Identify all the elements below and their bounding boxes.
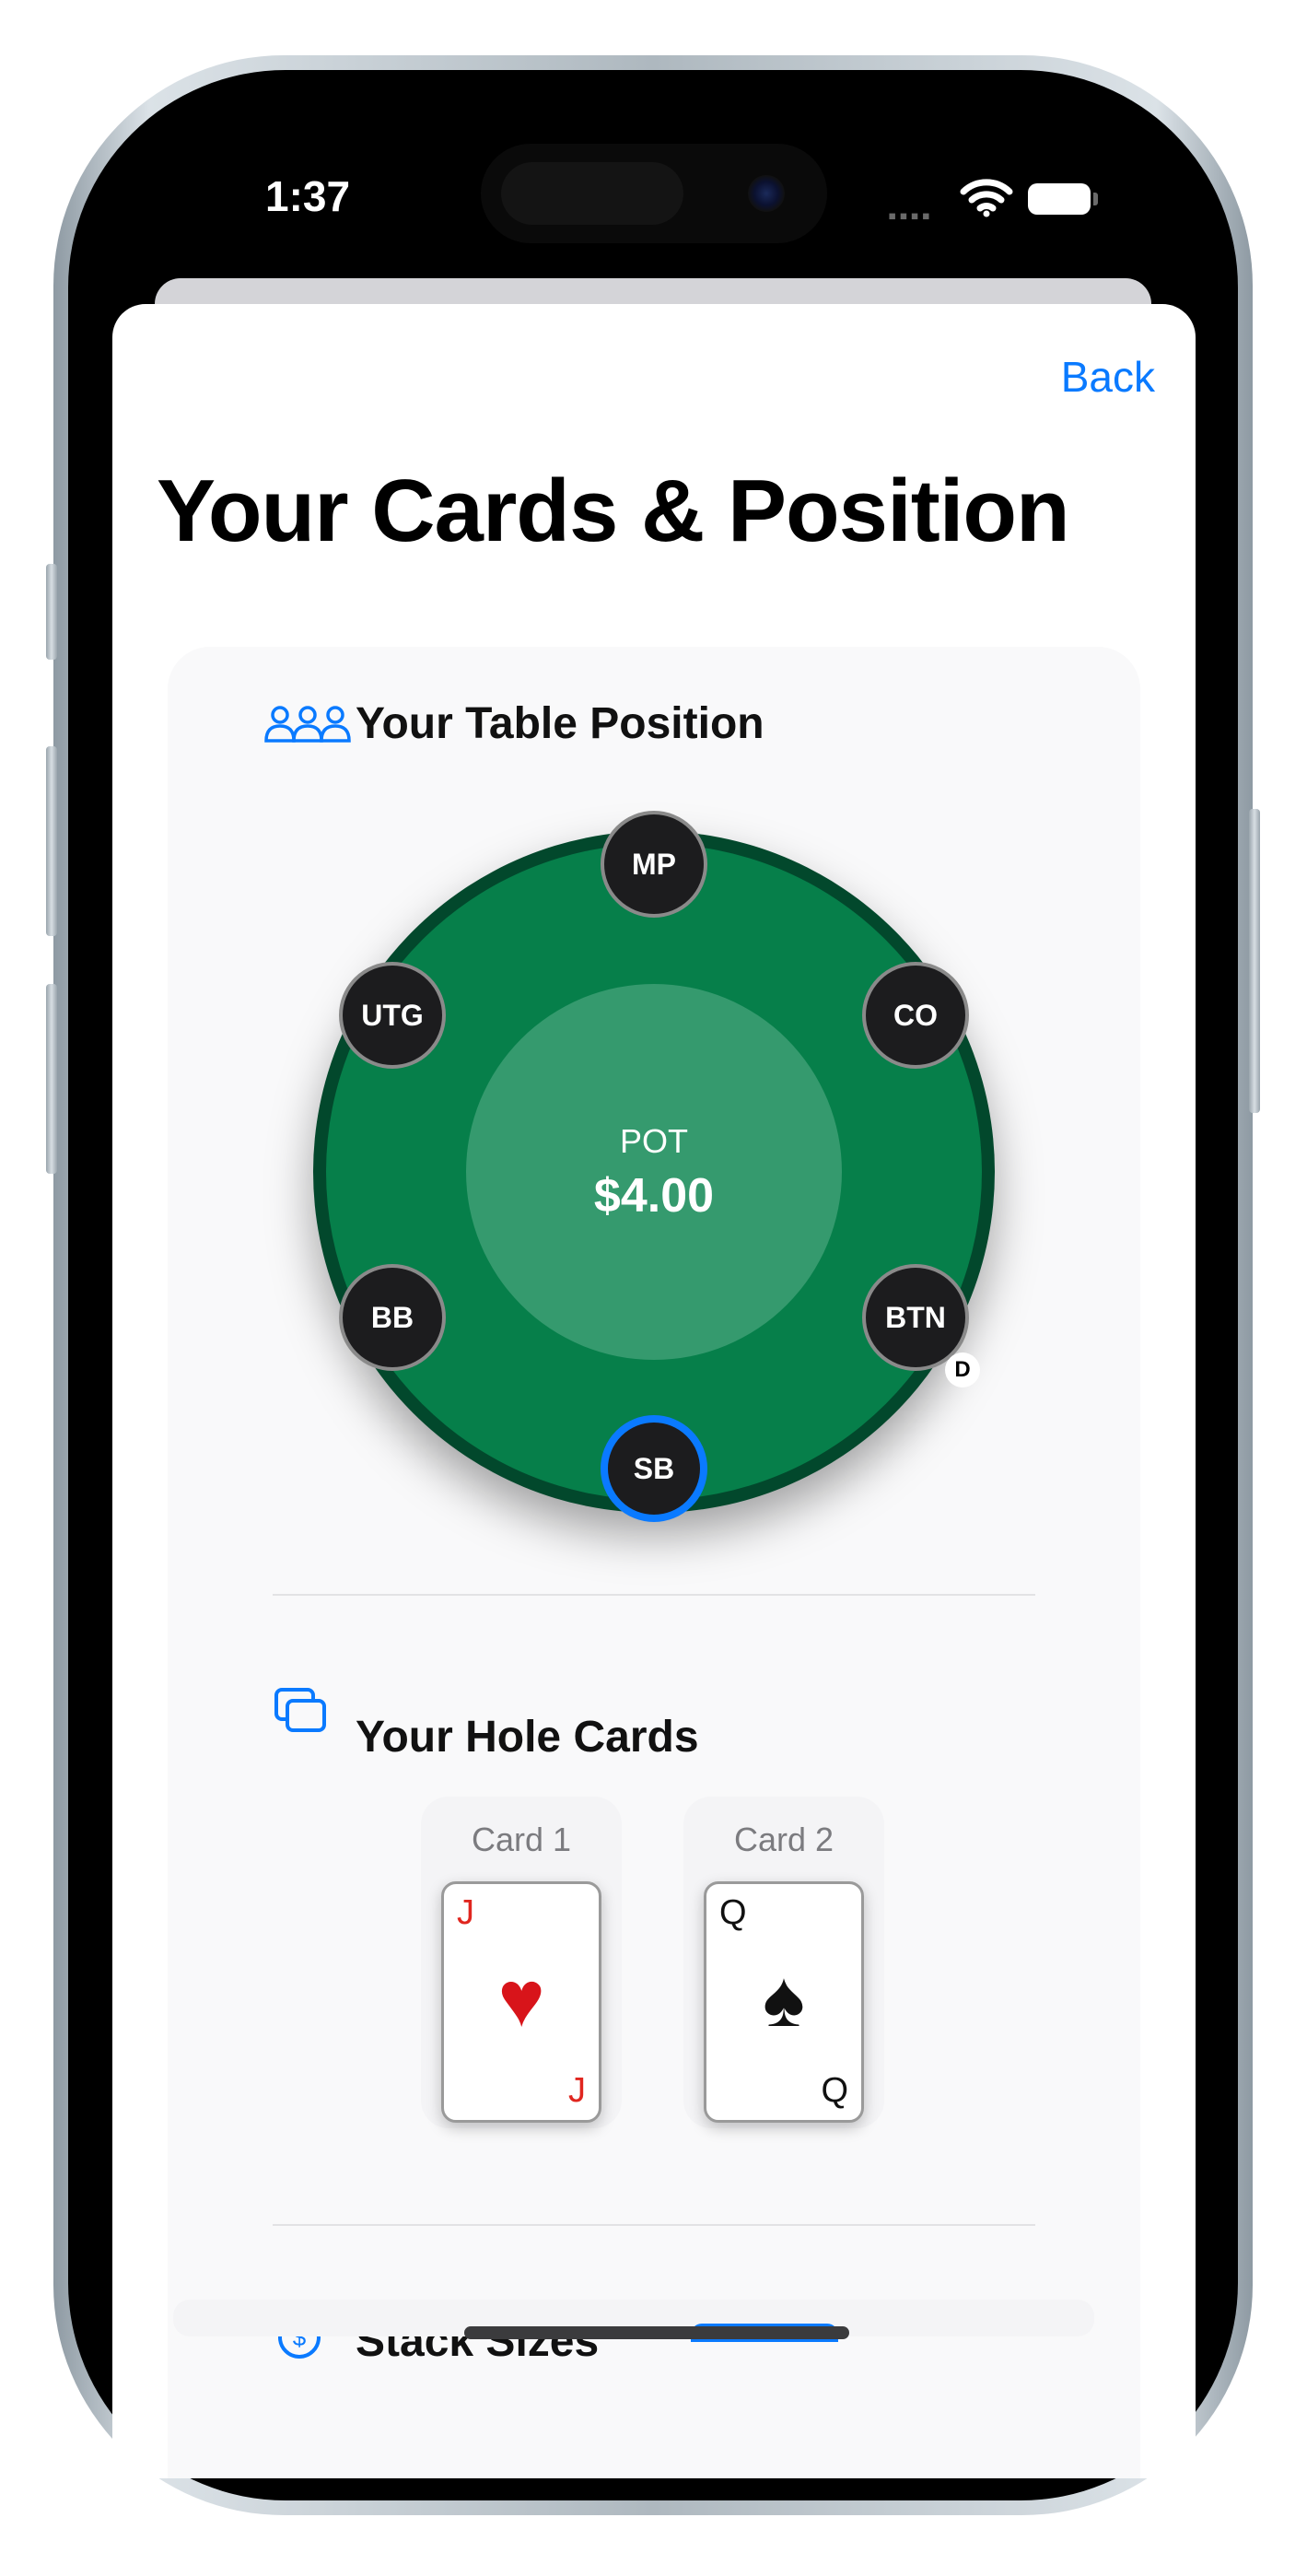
people-icon (264, 706, 351, 743)
hole-cards-section-title: Your Hole Cards (356, 1713, 699, 1762)
card-slot-2[interactable]: Card 2 Q ♠ Q (683, 1797, 884, 2128)
home-indicator[interactable] (464, 2326, 849, 2339)
card-slot-label: Card 1 (471, 1821, 572, 1858)
seat-bb[interactable]: BB (339, 1264, 446, 1371)
wifi-icon (960, 179, 1013, 217)
pot-label: POT (619, 1122, 688, 1160)
seat-sb[interactable]: SB (601, 1415, 707, 1522)
battery-tip (1093, 193, 1098, 205)
action-button (46, 564, 57, 660)
cards-icon (274, 1688, 326, 1732)
spade-suit-icon: ♠ (763, 1955, 805, 2043)
pot-value: $4.00 (593, 1169, 715, 1223)
pot-area: POT $4.00 (466, 984, 842, 1360)
heart-suit-icon: ♥ (497, 1955, 545, 2043)
dealer-button-icon: D (945, 1352, 980, 1388)
status-time: 1:37 (265, 172, 351, 220)
seat-mp[interactable]: MP (601, 811, 707, 918)
seat-co[interactable]: CO (862, 962, 969, 1069)
battery-icon (1028, 183, 1091, 215)
card-rank-top: J (457, 1893, 474, 1932)
card-slot-label: Card 2 (733, 1821, 834, 1858)
card-slot-1[interactable]: Card 1 J ♥ J (421, 1797, 622, 2128)
card-rank-bottom: J (568, 2071, 586, 2110)
poker-table: POT $4.00 MP CO BTN D SB BB UTG (313, 811, 995, 1522)
section-divider (273, 2224, 1035, 2226)
back-button[interactable]: Back (1061, 352, 1155, 402)
playing-card: Q ♠ Q (704, 1881, 864, 2123)
dynamic-island (481, 144, 827, 243)
playing-card: J ♥ J (441, 1881, 601, 2123)
volume-up-button (46, 746, 57, 936)
volume-down-button (46, 984, 57, 1174)
page-title: Your Cards & Position (157, 462, 1070, 560)
card-rank-bottom: Q (821, 2071, 848, 2110)
power-button (1249, 809, 1260, 1113)
camera-icon (748, 175, 785, 212)
section-divider (273, 1594, 1035, 1596)
content-card: Your Table Position POT $4.00 MP CO BTN … (168, 647, 1140, 2478)
seat-utg[interactable]: UTG (339, 962, 446, 1069)
card-rank-top: Q (719, 1893, 747, 1932)
modal-sheet: Back Your Cards & Position Your Table Po… (112, 304, 1196, 2478)
position-section-title: Your Table Position (356, 699, 764, 748)
signal-icon: ▪▪▪▪ (888, 202, 933, 229)
